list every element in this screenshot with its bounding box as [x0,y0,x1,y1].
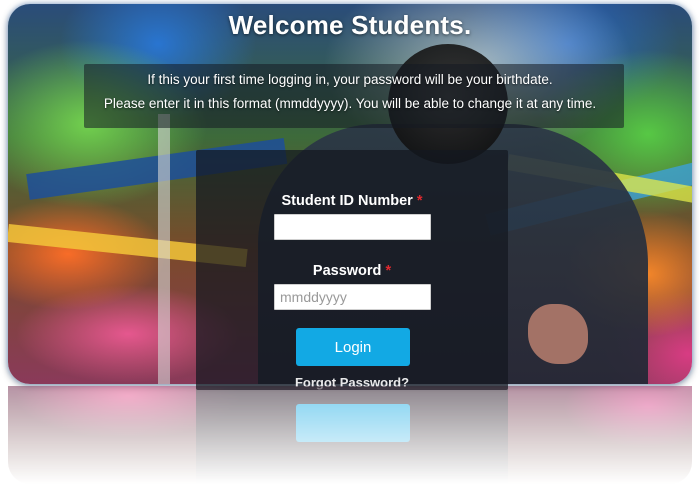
graffiti-stripe [158,114,170,384]
page-title: Welcome Students. [228,10,472,40]
info-text-line-2: Please enter it in this format (mmddyyyy… [103,96,597,111]
login-button[interactable]: Login [296,328,410,366]
password-label-text: Password [312,263,382,279]
info-text-line-1: If this your first time logging in, your… [147,72,553,87]
reflection-button [296,404,410,442]
reflection-background [8,386,692,484]
password-input[interactable] [274,284,431,310]
required-marker: * [416,193,423,209]
required-marker: * [385,263,392,279]
person-hand [528,304,588,364]
student-id-label: Student ID Number * [196,193,508,209]
student-id-label-text: Student ID Number [281,193,413,209]
password-label: Password * [196,263,508,279]
student-id-input[interactable] [274,214,431,240]
reflection [8,386,692,484]
